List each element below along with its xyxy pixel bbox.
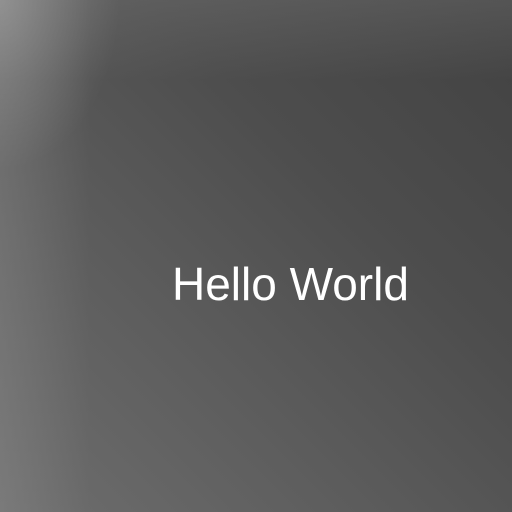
hello-world-text: Hello World	[172, 258, 409, 310]
background-canvas: Hello World	[0, 0, 512, 512]
